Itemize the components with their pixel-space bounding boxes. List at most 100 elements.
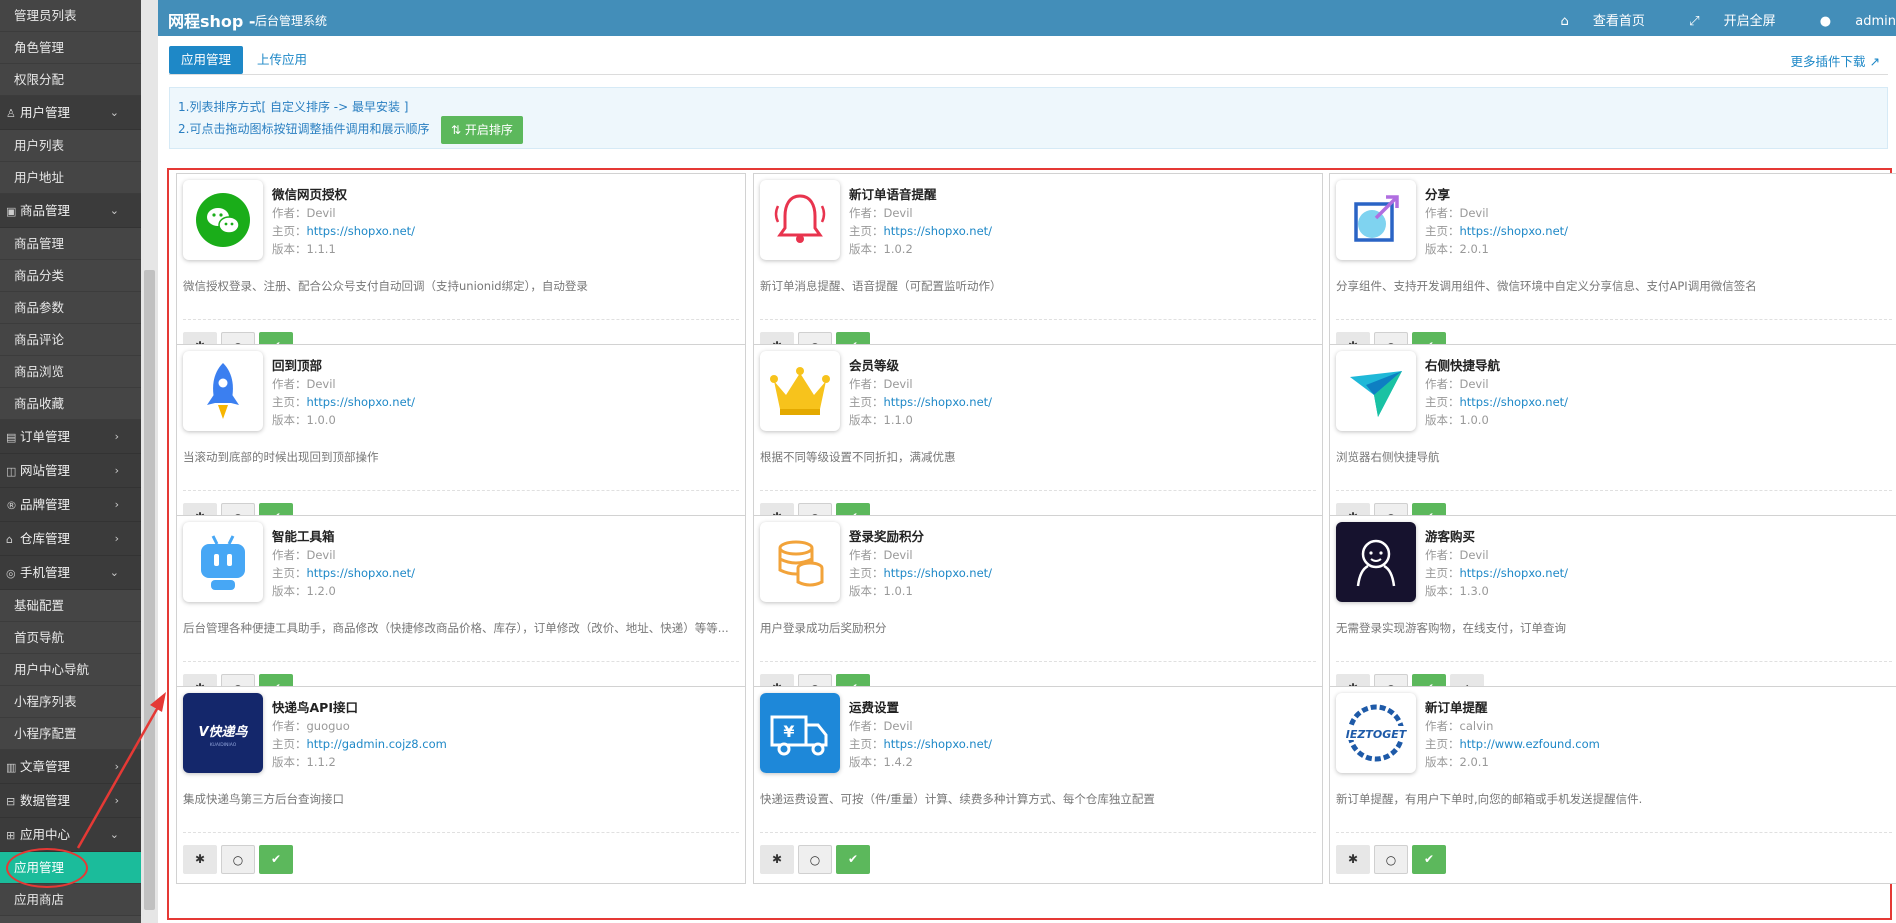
plugin-description: 新订单提醒，有用户下单时,向您的邮箱或手机发送提醒信件.: [1336, 792, 1643, 806]
plugin-description: 当滚动到底部的时候出现回到顶部操作: [183, 450, 379, 464]
tab-upload-app[interactable]: 上传应用: [245, 46, 319, 74]
author-label: 作者：: [272, 206, 307, 220]
settings-gear-button[interactable]: ✱: [760, 845, 794, 874]
sidebar-scrollbar-thumb[interactable]: [144, 270, 155, 910]
disable-toggle-button[interactable]: ○: [221, 845, 255, 874]
sidebar-item-10[interactable]: 商品评论: [0, 324, 141, 356]
sidebar-group-13[interactable]: ▤ 订单管理 ›: [0, 420, 141, 454]
sidebar-group-3[interactable]: ♙ 用户管理 ⌄: [0, 96, 141, 130]
homepage-link[interactable]: https://shopxo.net/: [307, 224, 416, 238]
plugin-version: 版本：1.0.0: [1425, 412, 1489, 428]
sidebar-group-label: 用户管理: [20, 105, 71, 120]
homepage-link[interactable]: https://shopxo.net/: [884, 737, 993, 751]
plugin-name: 右侧快捷导航: [1425, 358, 1501, 373]
card-divider: [1336, 490, 1892, 491]
homepage-label: 主页：: [272, 566, 307, 580]
chevron-down-icon: ⌄: [109, 106, 119, 119]
sidebar-group-label: 订单管理: [20, 429, 71, 444]
sidebar-group-label: 网站管理: [20, 463, 71, 478]
paper-plane-icon[interactable]: [1336, 351, 1416, 431]
ieztoget-logo-icon[interactable]: IEZTOGET: [1336, 693, 1416, 773]
sidebar-item-5[interactable]: 用户地址: [0, 162, 141, 194]
version-value: 1.0.2: [883, 242, 913, 256]
chevron-down-icon: ⌄: [109, 204, 119, 217]
sidebar-item-0[interactable]: 管理员列表: [0, 0, 141, 32]
sidebar-item-22[interactable]: 小程序配置: [0, 718, 141, 750]
disable-toggle-button[interactable]: ○: [1374, 845, 1408, 874]
plugin-author: 作者：Devil: [849, 205, 913, 221]
sidebar-item-4[interactable]: 用户列表: [0, 130, 141, 162]
fullscreen-icon: ⤢: [1689, 14, 1700, 29]
kdniao-logo-icon[interactable]: V快递鸟 KUAIDINIAO: [183, 693, 263, 773]
sidebar-group-25[interactable]: ⊞ 应用中心 ⌄: [0, 818, 141, 852]
disable-toggle-button[interactable]: ○: [798, 845, 832, 874]
data-icon: ⊟: [6, 795, 16, 808]
rocket-icon[interactable]: [183, 351, 263, 431]
robot-icon[interactable]: [183, 522, 263, 602]
crown-icon[interactable]: [760, 351, 840, 431]
homepage-link[interactable]: https://shopxo.net/: [884, 566, 993, 580]
sidebar-item-27[interactable]: 应用商店: [0, 884, 141, 916]
enable-sort-button[interactable]: ⇅ 开启排序: [441, 116, 523, 144]
sidebar-group-14[interactable]: ◫ 网站管理 ›: [0, 454, 141, 488]
homepage-label: 主页：: [849, 566, 884, 580]
version-label: 版本：: [849, 584, 884, 598]
author-value: guoguo: [306, 719, 350, 733]
chevron-right-icon: ›: [114, 498, 119, 511]
admin-user-link[interactable]: ● admin: [1800, 14, 1896, 29]
warehouse-icon: ⌂: [6, 533, 13, 546]
coins-icon[interactable]: [760, 522, 840, 602]
sidebar-group-23[interactable]: ▥ 文章管理 ›: [0, 750, 141, 784]
sidebar-item-7[interactable]: 商品管理: [0, 228, 141, 260]
homepage-link[interactable]: https://shopxo.net/: [307, 395, 416, 409]
version-label: 版本：: [1425, 755, 1460, 769]
sidebar-group-16[interactable]: ⌂ 仓库管理 ›: [0, 522, 141, 556]
plugin-description: 快递运费设置、可按（件/重量）计算、续费多种计算方式、每个仓库独立配置: [760, 792, 1155, 806]
sidebar-item-1[interactable]: 角色管理: [0, 32, 141, 64]
homepage-link[interactable]: https://shopxo.net/: [1460, 224, 1569, 238]
brand-title[interactable]: 网程shop -: [168, 8, 256, 32]
sidebar-group-15[interactable]: ® 品牌管理 ›: [0, 488, 141, 522]
sidebar-item-11[interactable]: 商品浏览: [0, 356, 141, 388]
homepage-link[interactable]: https://shopxo.net/: [884, 395, 993, 409]
plugin-author: 作者：Devil: [1425, 547, 1489, 563]
settings-gear-button[interactable]: ✱: [183, 845, 217, 874]
sidebar-item-8[interactable]: 商品分类: [0, 260, 141, 292]
settings-gear-button[interactable]: ✱: [1336, 845, 1370, 874]
view-home-link[interactable]: ⌂ 查看首页: [1541, 14, 1645, 29]
enabled-check-button[interactable]: ✔: [1412, 845, 1446, 874]
homepage-link[interactable]: https://shopxo.net/: [1460, 395, 1569, 409]
tab-app-management[interactable]: 应用管理: [169, 46, 244, 74]
sidebar-scrollbar[interactable]: [141, 0, 158, 923]
homepage-link[interactable]: https://shopxo.net/: [1460, 566, 1569, 580]
bell-icon[interactable]: [760, 180, 840, 260]
sidebar-group-6[interactable]: ▣ 商品管理 ⌄: [0, 194, 141, 228]
enabled-check-button[interactable]: ✔: [836, 845, 870, 874]
homepage-link[interactable]: https://shopxo.net/: [307, 566, 416, 580]
wechat-icon[interactable]: [183, 180, 263, 260]
sidebar-item-20[interactable]: 用户中心导航: [0, 654, 141, 686]
share-icon[interactable]: [1336, 180, 1416, 260]
fullscreen-link[interactable]: ⤢ 开启全屏: [1669, 14, 1776, 29]
sidebar-item-18[interactable]: 基础配置: [0, 590, 141, 622]
truck-icon[interactable]: ¥: [760, 693, 840, 773]
homepage-label: 主页：: [272, 224, 307, 238]
more-plugins-link[interactable]: 更多插件下载 ↗: [1791, 51, 1880, 70]
card-divider: [760, 832, 1316, 833]
version-label: 版本：: [272, 584, 307, 598]
sidebar-item-2[interactable]: 权限分配: [0, 64, 141, 96]
guest-icon[interactable]: [1336, 522, 1416, 602]
sidebar-item-12[interactable]: 商品收藏: [0, 388, 141, 420]
sidebar-group-17[interactable]: ◎ 手机管理 ⌄: [0, 556, 141, 590]
chevron-right-icon: ›: [114, 760, 119, 773]
enabled-check-button[interactable]: ✔: [259, 845, 293, 874]
sidebar-group-24[interactable]: ⊟ 数据管理 ›: [0, 784, 141, 818]
sidebar-item-9[interactable]: 商品参数: [0, 292, 141, 324]
sidebar-item-21[interactable]: 小程序列表: [0, 686, 141, 718]
homepage-link[interactable]: https://shopxo.net/: [884, 224, 993, 238]
homepage-link[interactable]: http://gadmin.cojz8.com: [307, 737, 447, 751]
sidebar-item-19[interactable]: 首页导航: [0, 622, 141, 654]
plugin-description: 分享组件、支持开发调用组件、微信环境中自定义分享信息、支付API调用微信签名: [1336, 279, 1757, 293]
homepage-link[interactable]: http://www.ezfound.com: [1460, 737, 1600, 751]
plugin-card: 分享 作者：Devil 主页：https://shopxo.net/版本：2.0.1…: [1329, 173, 1896, 371]
